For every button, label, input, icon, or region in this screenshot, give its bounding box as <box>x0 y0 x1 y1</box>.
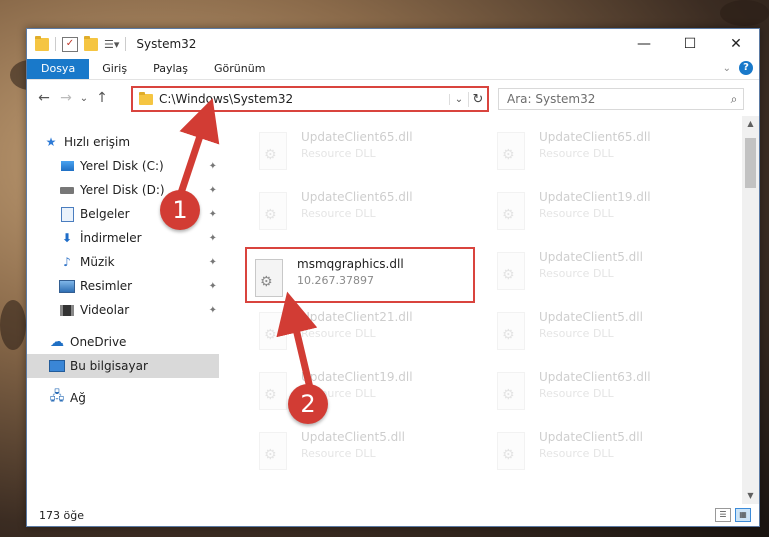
arrow-to-address-bar <box>176 98 220 198</box>
callout-step-2: 2 <box>288 384 328 424</box>
arrow-to-file <box>276 291 318 389</box>
callout-step-1: 1 <box>160 190 200 230</box>
annotation-arrows <box>176 98 318 389</box>
